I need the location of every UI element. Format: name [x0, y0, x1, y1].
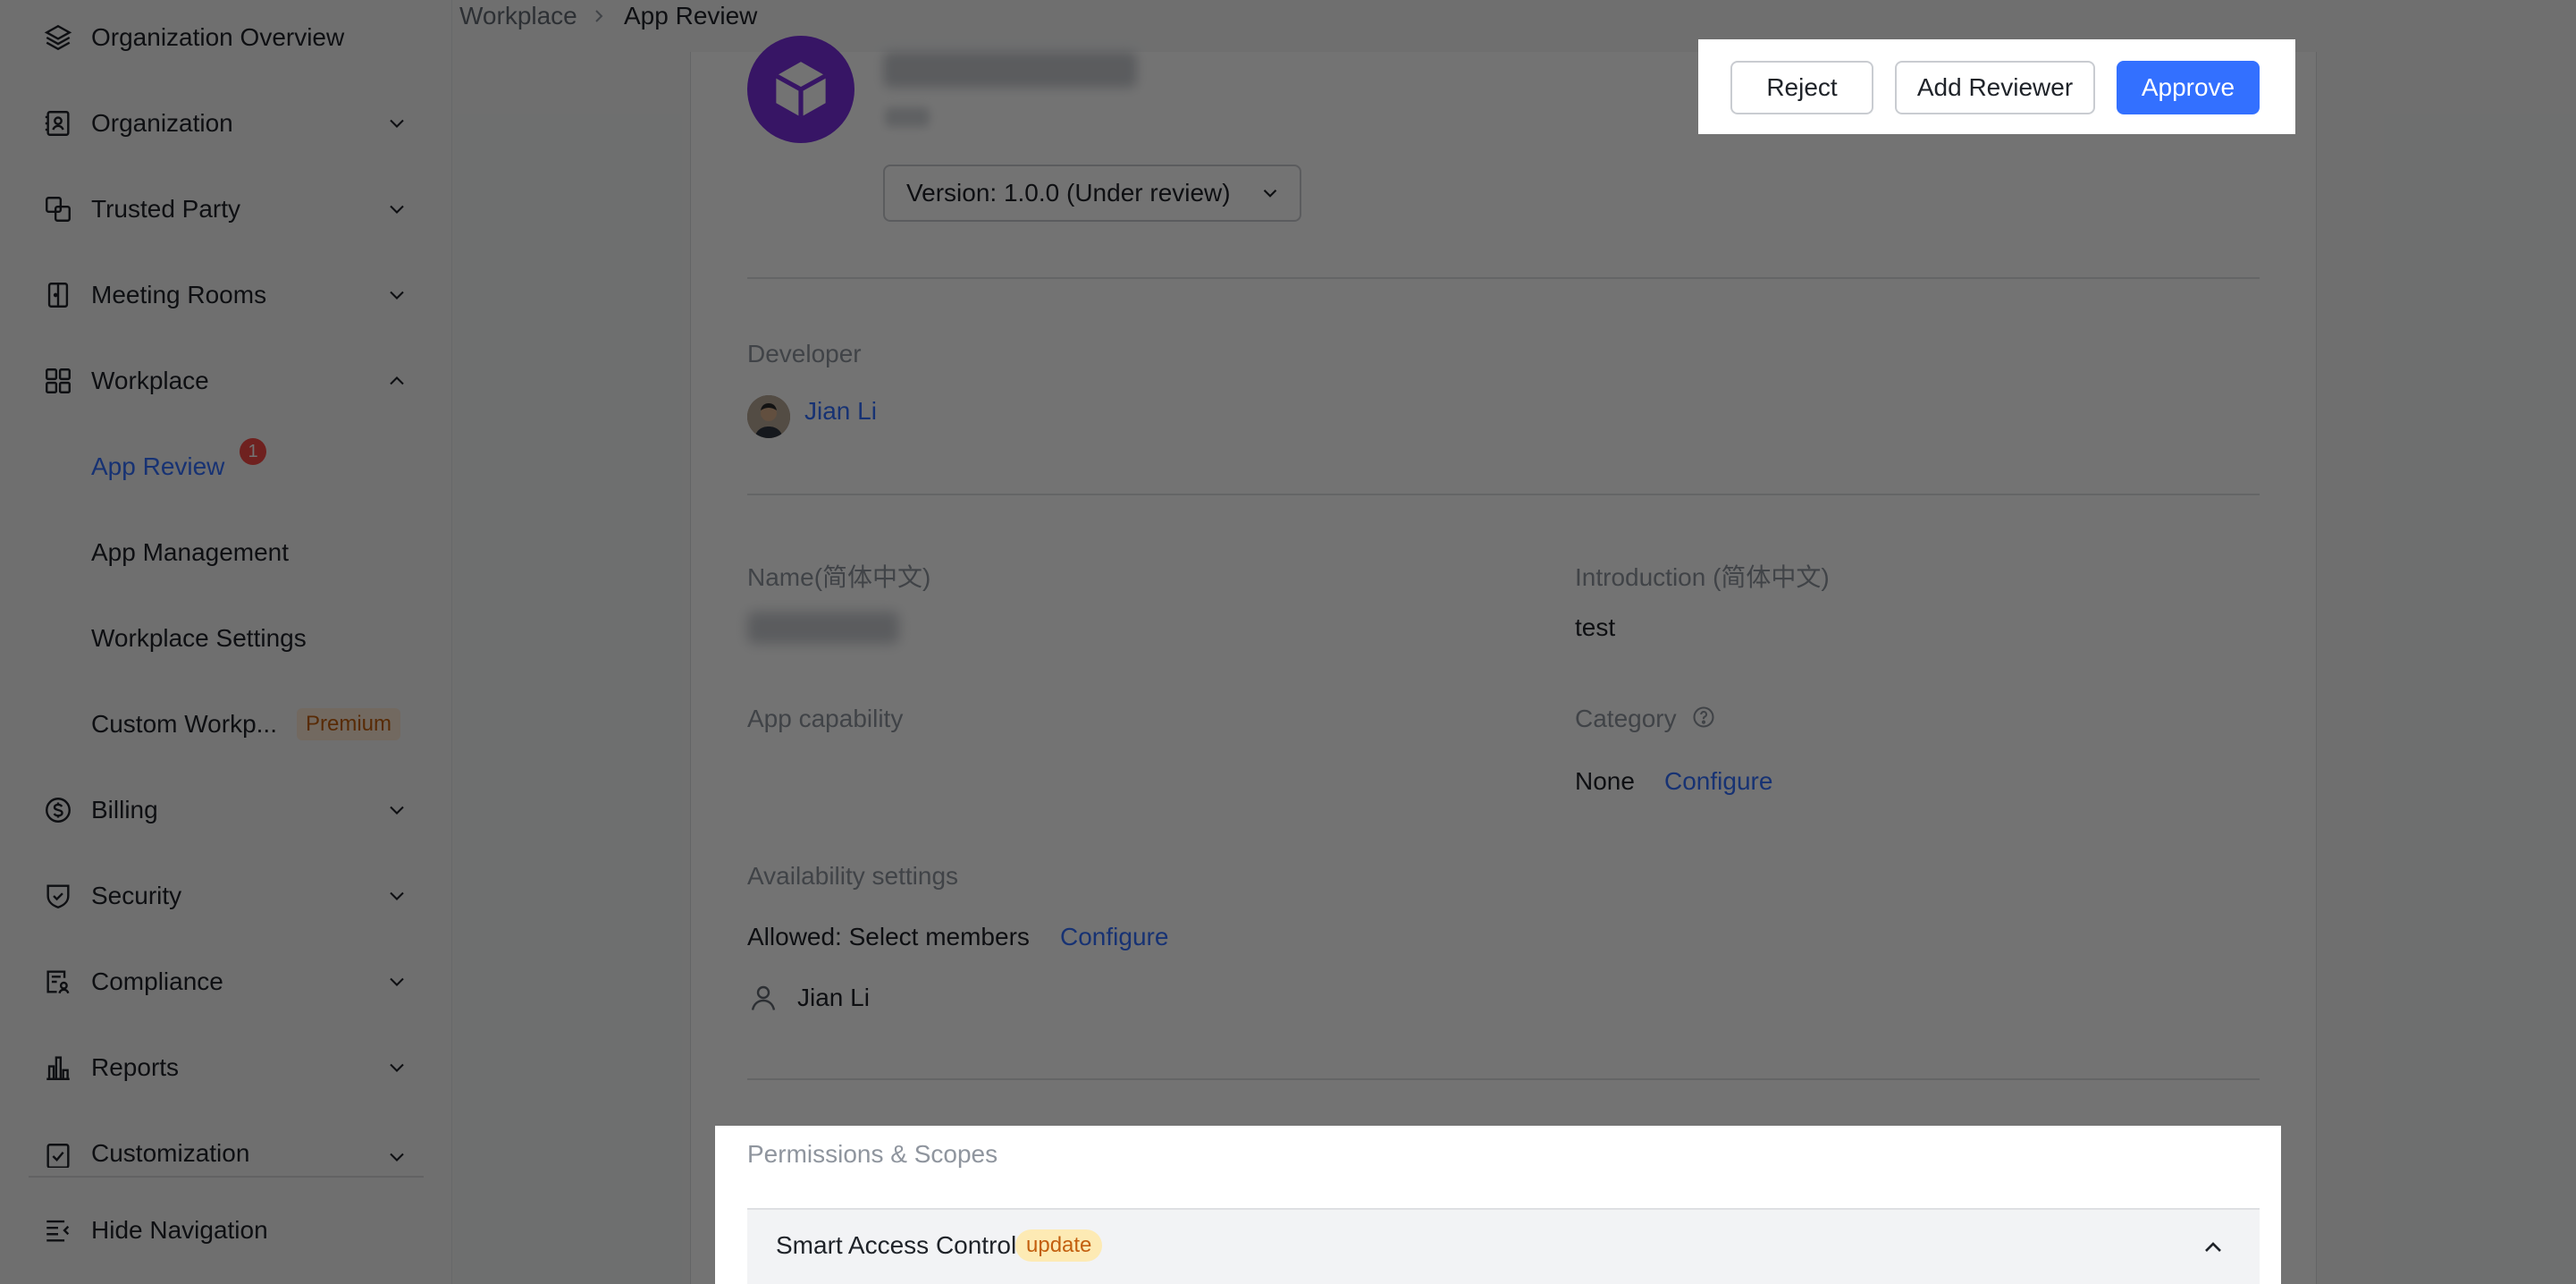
sidebar-item-label: Workplace Settings: [91, 624, 307, 652]
dollar-icon: [43, 795, 73, 825]
category-value: None: [1575, 767, 1635, 795]
introduction-label: Introduction (简体中文): [1575, 563, 1830, 591]
permission-name: Smart Access Control: [776, 1231, 1017, 1259]
sidebar-item-label: Billing: [91, 796, 158, 824]
sidebar-item-reports[interactable]: Reports: [0, 1032, 452, 1103]
grid-icon: [43, 366, 73, 396]
chevron-down-icon: [384, 969, 409, 994]
meeting-room-icon: [43, 280, 73, 310]
chevron-down-icon: [384, 111, 409, 136]
app-subtitle-redacted: [885, 107, 930, 127]
sidebar-item-trusted-party[interactable]: Trusted Party: [0, 173, 452, 245]
chevron-up-icon: [384, 368, 409, 393]
app-review-card: [690, 52, 2317, 1284]
person-icon: [747, 982, 779, 1014]
chevron-down-icon: [384, 883, 409, 908]
category-label: Category: [1575, 705, 1677, 732]
add-reviewer-button[interactable]: Add Reviewer: [1895, 61, 2095, 114]
notification-badge: 1: [240, 438, 266, 465]
hide-navigation-label: Hide Navigation: [91, 1216, 268, 1244]
chevron-down-icon: [1259, 182, 1282, 205]
sidebar-item-workplace[interactable]: Workplace: [0, 345, 452, 417]
availability-label: Availability settings: [747, 862, 959, 890]
category-configure-link[interactable]: Configure: [1664, 767, 1772, 796]
sidebar-item-label: Custom Workp...: [91, 710, 277, 738]
sidebar-divider: [29, 1176, 424, 1178]
update-tag: update: [1015, 1229, 1103, 1262]
sidebar-item-app-review[interactable]: App Review 1: [0, 431, 452, 503]
shield-icon: [43, 881, 73, 911]
sidebar-item-app-management[interactable]: App Management: [0, 517, 452, 588]
sidebar-item-custom-workplace[interactable]: Custom Workp... Premium: [0, 688, 452, 760]
sidebar: Organization Overview Organization Trust…: [0, 0, 452, 1284]
name-label: Name(简体中文): [747, 563, 931, 591]
app-name-redacted: [883, 52, 1137, 88]
hide-navigation-button[interactable]: Hide Navigation: [0, 1195, 452, 1266]
help-circle-icon[interactable]: [1691, 705, 1716, 730]
cube-icon: [775, 62, 827, 117]
avatar: [747, 395, 790, 438]
developer-name-link[interactable]: Jian Li: [804, 397, 877, 426]
sidebar-item-label: Meeting Rooms: [91, 281, 267, 308]
premium-tag: Premium: [297, 708, 401, 740]
sidebar-item-label: Customization: [91, 1139, 250, 1167]
availability-configure-link[interactable]: Configure: [1060, 923, 1168, 951]
org-icon: [43, 108, 73, 139]
permissions-highlight: Permissions & Scopes Smart Access Contro…: [715, 1126, 2281, 1284]
approve-button[interactable]: Approve: [2117, 61, 2260, 114]
version-select[interactable]: Version: 1.0.0 (Under review): [883, 165, 1301, 222]
sidebar-item-label: Trusted Party: [91, 195, 241, 223]
chevron-down-icon: [384, 197, 409, 222]
sidebar-item-customization[interactable]: Customization: [0, 1118, 452, 1168]
permission-row[interactable]: Smart Access Control update: [747, 1208, 2260, 1284]
breadcrumb-parent[interactable]: Workplace: [459, 2, 577, 30]
customization-icon: [43, 1141, 73, 1168]
chevron-up-icon[interactable]: [2199, 1233, 2227, 1262]
sidebar-item-label: Workplace: [91, 367, 209, 394]
member-name: Jian Li: [797, 984, 870, 1011]
action-buttons-highlight: Reject Add Reviewer Approve: [1698, 39, 2295, 134]
sidebar-item-label: Reports: [91, 1053, 180, 1081]
app-logo: [747, 36, 854, 143]
divider: [747, 1078, 2260, 1080]
chevron-right-icon: [588, 5, 610, 27]
divider: [747, 277, 2260, 279]
name-value-redacted: [747, 612, 899, 644]
sidebar-item-label: App Management: [91, 538, 290, 566]
app-capability-label: App capability: [747, 705, 904, 732]
layers-icon: [43, 22, 73, 53]
version-select-value: Version: 1.0.0 (Under review): [906, 179, 1231, 207]
introduction-value: test: [1575, 613, 1616, 641]
sidebar-item-label: App Review: [91, 452, 225, 480]
chevron-down-icon: [384, 1055, 409, 1080]
collapse-nav-icon: [43, 1215, 73, 1246]
sidebar-item-label: Security: [91, 882, 182, 909]
breadcrumb-current: App Review: [624, 2, 758, 30]
chevron-down-icon: [384, 1145, 409, 1168]
allowed-value: Allowed: Select members: [747, 923, 1030, 950]
sidebar-item-compliance[interactable]: Compliance: [0, 946, 452, 1018]
sidebar-item-meeting-rooms[interactable]: Meeting Rooms: [0, 259, 452, 331]
sidebar-item-workplace-settings[interactable]: Workplace Settings: [0, 603, 452, 674]
reject-button[interactable]: Reject: [1730, 61, 1873, 114]
permissions-title: Permissions & Scopes: [747, 1140, 998, 1168]
trusted-party-icon: [43, 194, 73, 224]
chevron-down-icon: [384, 283, 409, 308]
compliance-icon: [43, 967, 73, 997]
chevron-down-icon: [384, 798, 409, 823]
divider: [747, 494, 2260, 495]
developer-label: Developer: [747, 340, 862, 367]
sidebar-item-label: Organization: [91, 109, 233, 137]
sidebar-item-organization-overview[interactable]: Organization Overview: [0, 2, 452, 73]
sidebar-item-label: Compliance: [91, 967, 223, 995]
sidebar-item-label: Organization Overview: [91, 23, 345, 51]
sidebar-item-organization[interactable]: Organization: [0, 88, 452, 159]
sidebar-item-security[interactable]: Security: [0, 860, 452, 932]
chart-icon: [43, 1052, 73, 1083]
sidebar-item-billing[interactable]: Billing: [0, 774, 452, 846]
